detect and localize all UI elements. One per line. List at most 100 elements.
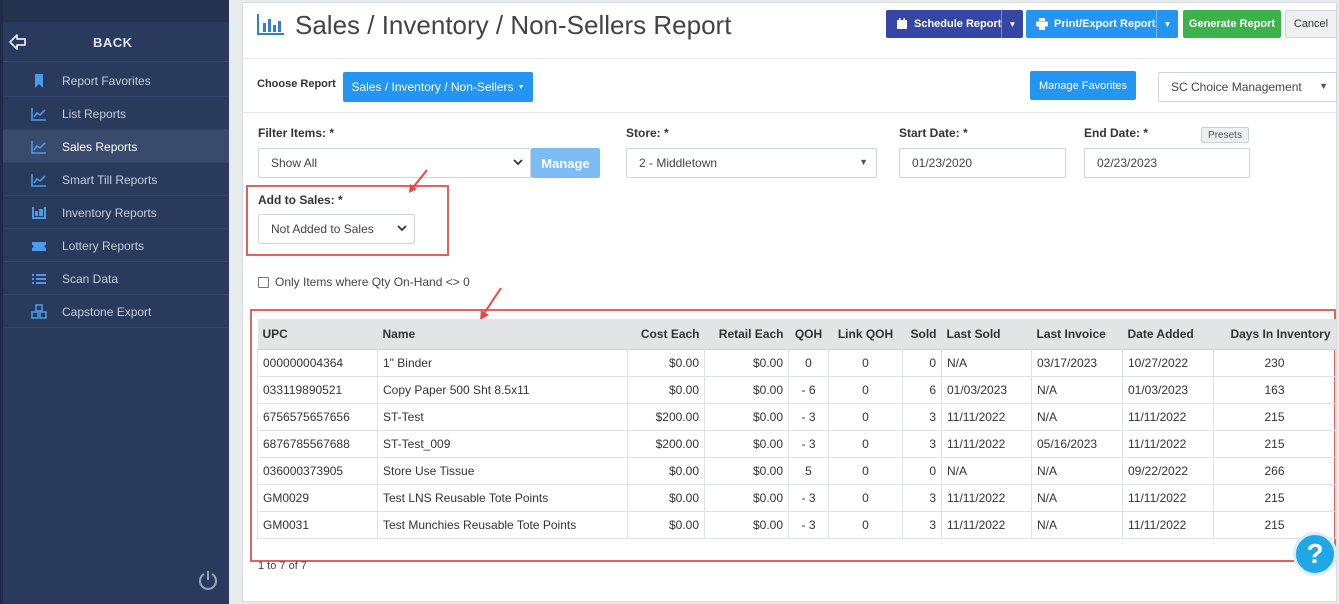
divider [243, 58, 1336, 59]
power-icon[interactable] [197, 569, 219, 591]
table-row[interactable]: 6756575657656 ST-Test $200.00 $0.00- 3 0 3 11/… [257, 402, 1336, 431]
line-chart-icon [31, 174, 46, 187]
column-header-upc[interactable]: UPC [257, 319, 378, 350]
print-export-label: Print/Export Report [1054, 18, 1156, 30]
table-cell: ST-Test [377, 402, 628, 431]
table-cell: $0.00 [627, 348, 705, 377]
filter-items-value: Show All [271, 156, 318, 170]
column-header-days-in-inventory[interactable]: Days In Inventory [1213, 319, 1336, 350]
table-cell: - 3 [788, 429, 829, 458]
table-cell: 033119890521 [257, 375, 378, 404]
report-table: UPC Name Cost Each Retail Each QOH Link … [257, 319, 1336, 539]
manage-favorites-button[interactable]: Manage Favorites [1030, 71, 1136, 100]
column-header-date-added[interactable]: Date Added [1122, 319, 1214, 350]
manage-button[interactable]: Manage [531, 148, 600, 178]
table-cell: 09/22/2022 [1122, 456, 1214, 485]
back-label: BACK [93, 35, 133, 50]
presets-button[interactable]: Presets [1201, 127, 1249, 143]
qty-on-hand-checkbox[interactable] [258, 277, 269, 288]
table-cell: Copy Paper 500 Sht 8.5x11 [377, 375, 628, 404]
column-header-name[interactable]: Name [377, 319, 628, 350]
caret-down-icon[interactable]: ▼ [1001, 10, 1023, 38]
table-cell: 11/11/2022 [1122, 483, 1214, 512]
printer-icon [1036, 18, 1048, 30]
back-arrow-icon [9, 34, 26, 50]
table-cell: N/A [941, 456, 1032, 485]
sidebar-item-lottery-reports[interactable]: Lottery Reports [3, 229, 229, 262]
sidebar-item-sales-reports[interactable]: Sales Reports [3, 130, 229, 163]
end-date-label: End Date: * [1084, 126, 1149, 140]
sidebar-item-scan-data[interactable]: Scan Data [3, 262, 229, 295]
organization-select[interactable]: SC Choice Management ▼ [1158, 72, 1337, 102]
table-cell: 0 [828, 402, 903, 431]
print-export-button[interactable]: Print/Export Report ▼ [1026, 10, 1178, 38]
caret-down-icon[interactable]: ▼ [1156, 10, 1178, 38]
sidebar-item-label: Sales Reports [62, 140, 138, 154]
table-cell: 215 [1213, 483, 1336, 512]
table-cell: 11/11/2022 [941, 429, 1032, 458]
page-title: Sales / Inventory / Non-Sellers Report [295, 10, 732, 40]
table-cell: $0.00 [704, 348, 789, 377]
table-cell: 0 [902, 348, 942, 377]
store-select[interactable]: 2 - Middletown ▼ [626, 148, 877, 178]
table-cell: 266 [1213, 456, 1336, 485]
help-button[interactable]: ? [1293, 532, 1337, 576]
table-cell: GM0031 [257, 510, 378, 539]
column-header-link-qoh[interactable]: Link QOH [828, 319, 903, 350]
column-header-retail-each[interactable]: Retail Each [704, 319, 789, 350]
table-cell: 5 [788, 456, 829, 485]
table-cell: 1" Binder [377, 348, 628, 377]
store-label: Store: * [626, 126, 669, 140]
table-cell: 10/27/2022 [1122, 348, 1214, 377]
table-cell: 11/11/2022 [1122, 402, 1214, 431]
choose-report-value: Sales / Inventory / Non-Sellers [351, 80, 514, 94]
table-cell: 215 [1213, 429, 1336, 458]
table-cell: 0 [788, 348, 829, 377]
end-date-input[interactable]: 02/23/2023 [1084, 148, 1250, 178]
sidebar-item-capstone-export[interactable]: Capstone Export [3, 295, 229, 328]
red-arrow-icon [480, 287, 502, 320]
table-row[interactable]: 6876785567688 ST-Test_009 $200.00 $0.00- 30… [257, 429, 1336, 458]
sidebar-item-label: Lottery Reports [62, 239, 145, 253]
column-header-last-invoice[interactable]: Last Invoice [1031, 319, 1123, 350]
table-cell: - 3 [788, 483, 829, 512]
table-cell: 03/17/2023 [1031, 348, 1123, 377]
table-row[interactable]: GM0029 Test LNS Reusable Tote Points $0.00… [257, 483, 1336, 512]
schedule-report-button[interactable]: Schedule Report ▼ [886, 10, 1023, 38]
start-date-value: 01/23/2020 [912, 156, 973, 170]
table-cell: $0.00 [627, 483, 705, 512]
table-row[interactable]: 033119890521 Copy Paper 500 Sht 8.5x11 $0.… [257, 375, 1336, 404]
table-cell: N/A [1031, 483, 1123, 512]
table-cell: $0.00 [627, 375, 705, 404]
cancel-button[interactable]: Cancel [1285, 10, 1337, 38]
sidebar-item-report-favorites[interactable]: Report Favorites [3, 64, 229, 97]
table-row[interactable]: GM0031 Test Munchies Reusable Tote Points… [257, 510, 1336, 539]
sidebar-item-smart-till-reports[interactable]: Smart Till Reports [3, 163, 229, 196]
table-row[interactable]: 000000004364 1" Binder $0.00 $0.00 0 0 0 N/A 03/… [257, 348, 1336, 377]
table-cell: 6756575657656 [257, 402, 378, 431]
column-header-last-sold[interactable]: Last Sold [941, 319, 1032, 350]
table-cell: 0 [828, 375, 903, 404]
add-to-sales-select[interactable]: Not Added to Sales [258, 214, 415, 244]
sidebar-item-list-reports[interactable]: List Reports [3, 97, 229, 130]
column-header-sold[interactable]: Sold [902, 319, 942, 350]
filter-items-select[interactable]: Show All [258, 148, 531, 178]
table-cell: 0 [828, 510, 903, 539]
boxes-icon [31, 304, 47, 319]
store-value: 2 - Middletown [639, 156, 718, 170]
sidebar-top-strip [3, 0, 229, 22]
column-header-qoh[interactable]: QOH [788, 319, 829, 350]
sidebar: BACK Report Favorites List Reports Sales… [0, 0, 229, 604]
end-date-value: 02/23/2023 [1097, 156, 1158, 170]
red-arrow-icon [409, 169, 428, 193]
column-header-cost-each[interactable]: Cost Each [627, 319, 705, 350]
line-chart-icon [31, 108, 46, 121]
table-cell: N/A [1031, 510, 1123, 539]
sidebar-item-inventory-reports[interactable]: Inventory Reports [3, 196, 229, 229]
table-row[interactable]: 036000373905 Store Use Tissue $0.00 $0.00 5 0… [257, 456, 1336, 485]
choose-report-dropdown[interactable]: Sales / Inventory / Non-Sellers ▼ [343, 72, 533, 102]
start-date-input[interactable]: 01/23/2020 [899, 148, 1066, 178]
generate-report-button[interactable]: Generate Report [1183, 10, 1281, 38]
back-button[interactable]: BACK [3, 22, 229, 62]
sidebar-item-label: Inventory Reports [62, 206, 157, 220]
